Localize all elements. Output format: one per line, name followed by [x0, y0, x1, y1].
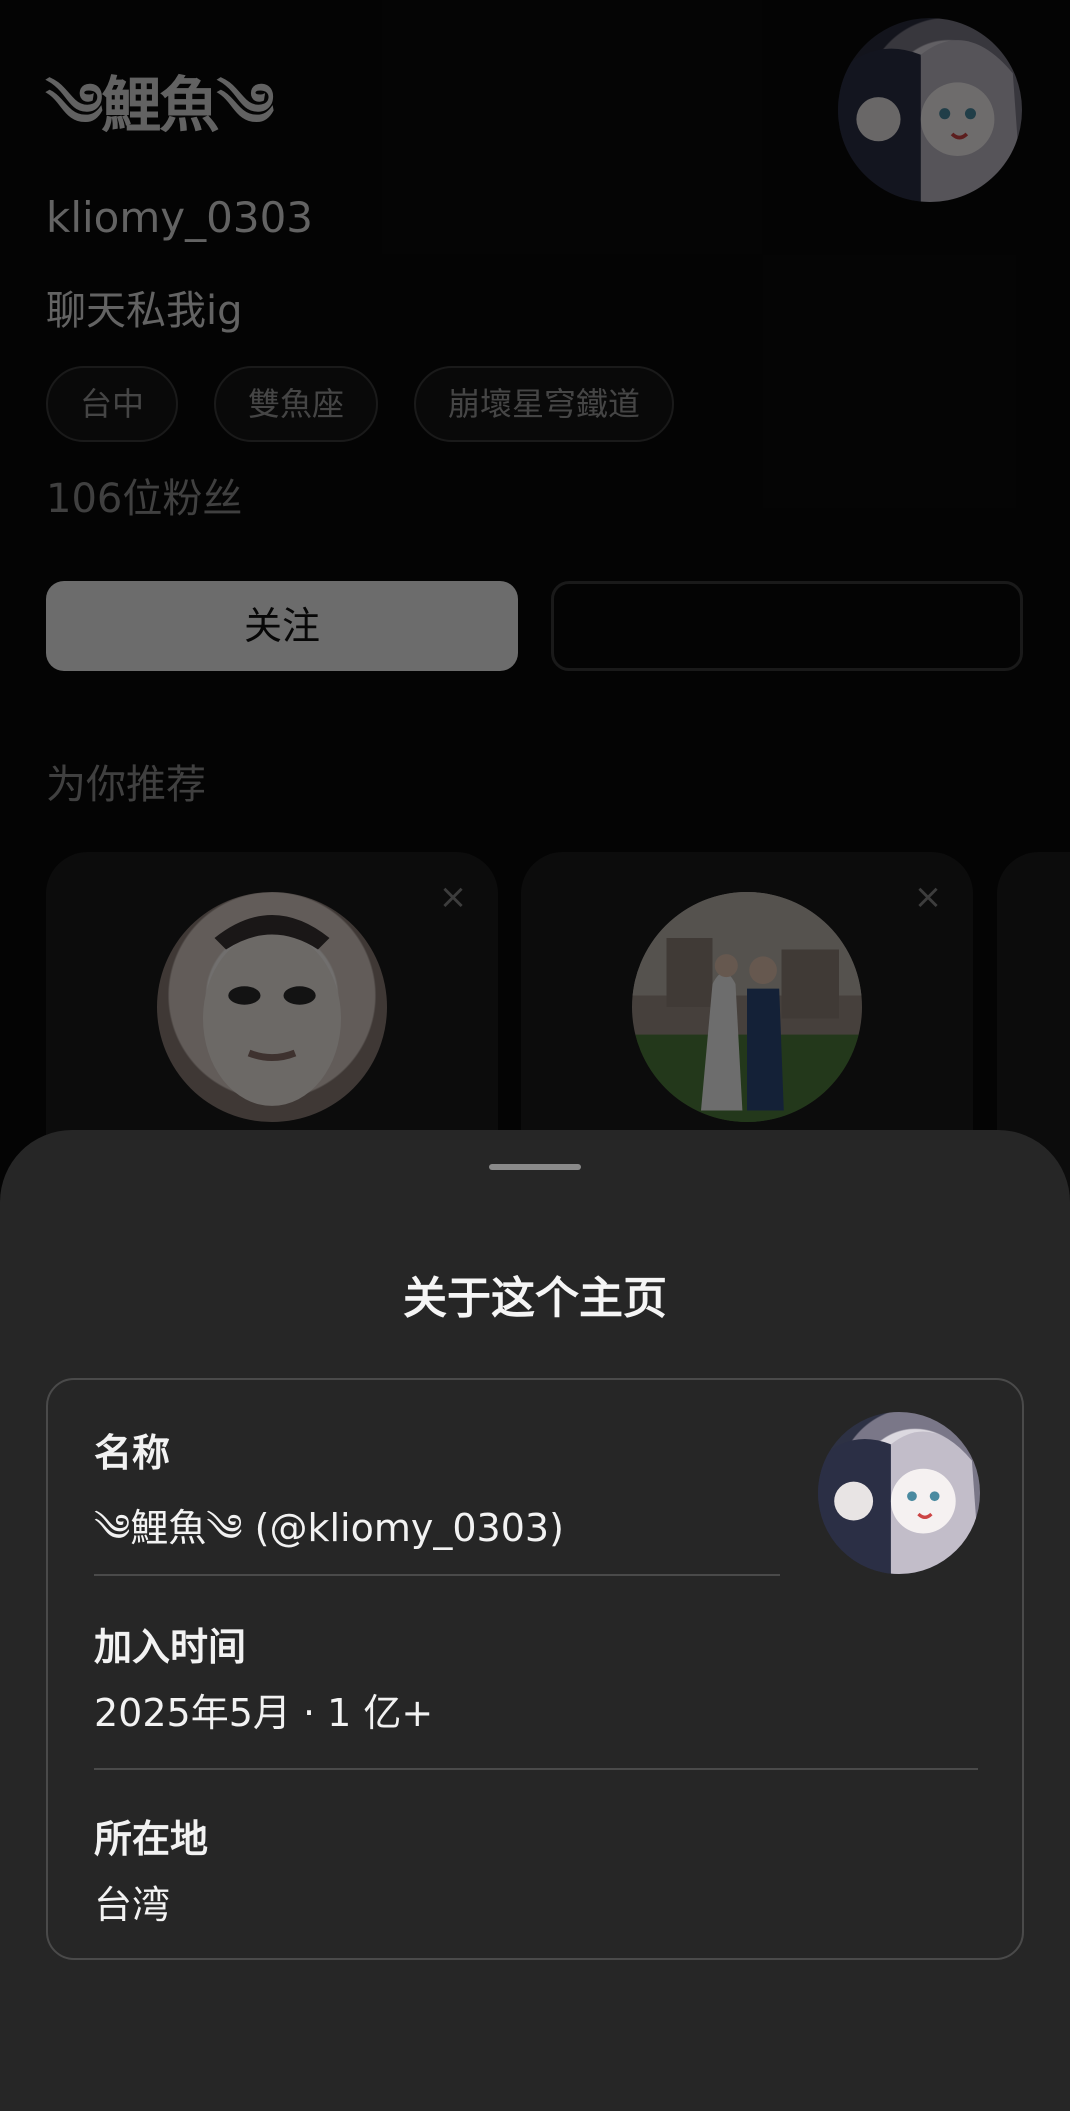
profile-display-name: ༄鯉魚༄ — [46, 71, 275, 141]
joined-value: 2025年5月 · 1 亿+ — [94, 1691, 434, 1735]
tag-location[interactable]: 台中 — [46, 366, 179, 442]
recommend-avatar — [632, 892, 862, 1122]
profile-username: kliomy_0303 — [46, 193, 314, 242]
profile-tags: 台中 雙魚座 崩壞星穹鐵道 — [46, 366, 675, 442]
close-icon[interactable]: × — [913, 880, 943, 914]
info-avatar — [818, 1412, 980, 1574]
divider — [94, 1574, 780, 1576]
avatar-illustration — [838, 40, 1022, 202]
sheet-title: 关于这个主页 — [403, 1273, 667, 1324]
profile-bio: 聊天私我ig — [46, 288, 243, 334]
name-value: ༄鯉魚༄ (@kliomy_0303) — [94, 1506, 564, 1550]
follow-button[interactable]: 关注 — [46, 581, 518, 671]
followers-count[interactable]: 106位粉丝 — [46, 466, 242, 524]
location-label: 所在地 — [94, 1817, 209, 1861]
profile-avatar[interactable] — [838, 18, 1022, 202]
close-icon[interactable]: × — [438, 880, 468, 914]
name-label: 名称 — [94, 1431, 171, 1475]
joined-label: 加入时间 — [94, 1625, 247, 1669]
about-profile-sheet: 关于这个主页 名称 ༄鯉魚༄ (@kliomy_0303) 加入时间 2025年… — [0, 1130, 1070, 2111]
profile-info-card: 名称 ༄鯉魚༄ (@kliomy_0303) 加入时间 2025年5月 · 1 … — [46, 1378, 1024, 1960]
drag-handle[interactable] — [489, 1164, 581, 1170]
tag-zodiac[interactable]: 雙魚座 — [214, 366, 379, 442]
secondary-button[interactable] — [551, 581, 1023, 671]
recommend-avatar — [157, 892, 387, 1122]
recommend-title: 为你推荐 — [46, 762, 206, 808]
avatar-illustration — [818, 1431, 980, 1574]
location-value: 台湾 — [94, 1883, 171, 1927]
divider — [94, 1768, 978, 1770]
tag-game[interactable]: 崩壞星穹鐵道 — [414, 366, 675, 442]
